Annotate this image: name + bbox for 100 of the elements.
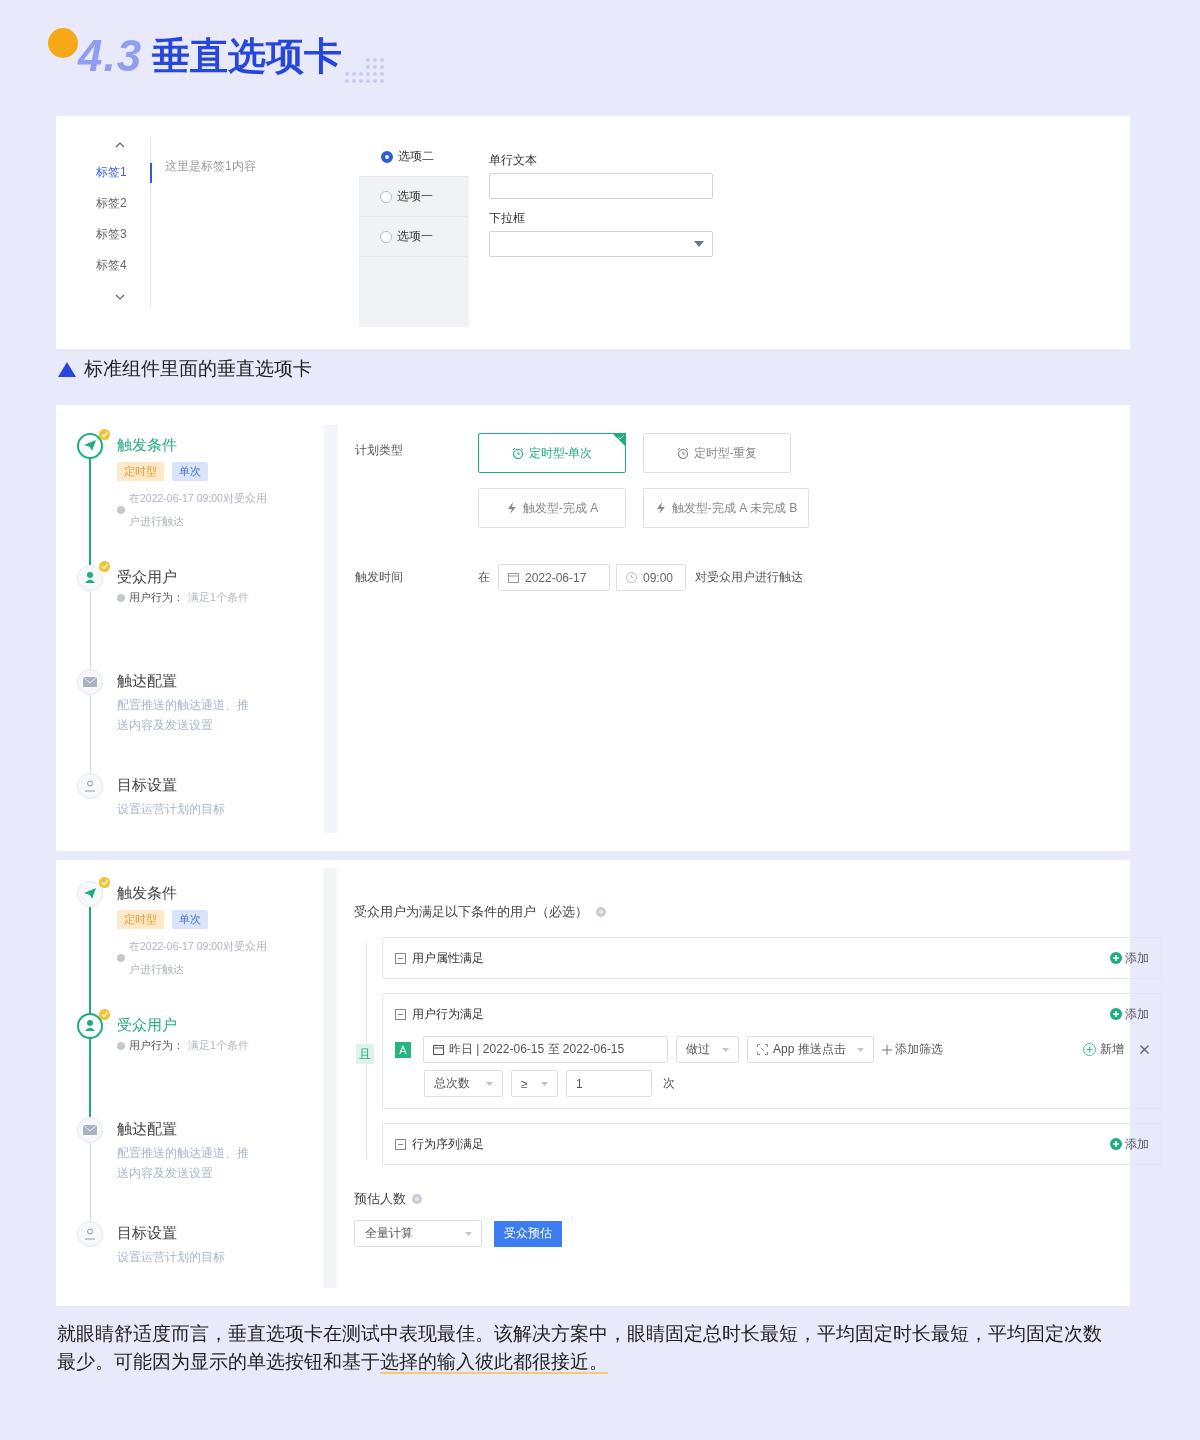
calendar-icon: [508, 572, 519, 583]
plan-type-option[interactable]: 定时型-重复: [643, 433, 791, 473]
status-dot-icon: [117, 594, 125, 602]
detail-value: 满足1个条件: [188, 1039, 249, 1053]
corner-check-icon: [612, 433, 626, 447]
caret-down-icon: [465, 1231, 472, 1236]
plus-circle-icon: [1110, 1008, 1122, 1020]
calendar-icon: [433, 1044, 444, 1055]
radio-option[interactable]: 选项二: [359, 137, 469, 177]
group-title: 用户行为满足: [412, 1005, 485, 1023]
step-title[interactable]: 目标设置: [117, 775, 257, 795]
detail-label: 用户行为：: [129, 591, 184, 605]
add-link[interactable]: 添加: [1110, 949, 1149, 967]
plan-type-option[interactable]: 触发型-完成 A 未完成 B: [643, 488, 809, 528]
alarm-clock-icon: [511, 447, 524, 459]
step-detail: 在2022-06-17 09:00对受众用户进行触达: [129, 939, 267, 977]
field-label: 单行文本: [489, 152, 538, 169]
add-filter-link[interactable]: 添加筛选: [882, 1041, 943, 1058]
step-title[interactable]: 触达配置: [117, 1119, 257, 1139]
unit-text: 次: [663, 1075, 675, 1092]
step-description: 设置运营计划的目标: [117, 1249, 226, 1266]
step-title[interactable]: 触达配置: [117, 671, 257, 691]
step-description: 设置运营计划的目标: [117, 801, 226, 818]
plus-circle-icon: [1110, 1138, 1122, 1150]
number-input-field[interactable]: 1: [566, 1070, 652, 1097]
person-icon: [83, 571, 97, 585]
paper-plane-icon: [83, 439, 97, 453]
person-icon: [83, 1227, 97, 1241]
step-description: 配置推送的触达通道、推送内容及发送设置: [117, 697, 250, 734]
add-link[interactable]: 添加: [1110, 1005, 1149, 1023]
close-icon[interactable]: [1140, 1045, 1149, 1054]
tag: 单次: [172, 462, 208, 481]
collapse-icon[interactable]: [395, 1008, 406, 1020]
step-marker[interactable]: [77, 1013, 103, 1039]
caret-down-icon: [694, 241, 704, 247]
dot-pattern: [344, 57, 387, 84]
tag: 定时型: [117, 462, 164, 481]
detail-label: 用户行为：: [129, 1039, 184, 1053]
step-title[interactable]: 触发条件: [117, 883, 267, 903]
tab-content-text: 这里是标签1内容: [165, 158, 257, 175]
suffix-text: 对受众用户进行触达: [695, 569, 803, 586]
envelope-icon: [83, 675, 97, 689]
chevron-up-icon[interactable]: [114, 141, 126, 149]
metric-select[interactable]: 总次数: [424, 1070, 503, 1097]
new-link[interactable]: 新增: [1083, 1041, 1124, 1058]
tab[interactable]: 标签1: [90, 157, 150, 188]
date-range-field[interactable]: 昨日 | 2022-06-15 至 2022-06-15: [423, 1036, 668, 1063]
detail-value: 满足1个条件: [188, 591, 249, 605]
estimate-button[interactable]: 受众预估: [494, 1220, 562, 1247]
field-label: 触发时间: [355, 569, 404, 586]
plus-circle-icon: [1083, 1043, 1096, 1056]
triangle-icon: [58, 361, 76, 377]
lightning-icon: [505, 502, 518, 514]
caret-down-icon: [541, 1081, 548, 1086]
add-link[interactable]: 添加: [1110, 1135, 1149, 1153]
chevron-down-icon[interactable]: [114, 293, 126, 301]
lightning-icon: [654, 502, 667, 514]
group-title: 用户属性满足: [412, 949, 485, 967]
section-title: 垂直选项卡: [152, 34, 343, 79]
dropdown-field[interactable]: [489, 231, 713, 257]
section-number: 4.3: [78, 30, 143, 82]
date-field[interactable]: 2022-06-17: [498, 564, 610, 591]
circle-decoration: [48, 28, 78, 58]
status-dot-icon: [117, 1042, 125, 1050]
caret-down-icon: [857, 1047, 864, 1052]
field-label: 计划类型: [355, 442, 404, 459]
tab[interactable]: 标签3: [90, 219, 150, 250]
help-icon: [596, 907, 606, 917]
tab[interactable]: 标签4: [90, 250, 150, 281]
scan-icon: [757, 1044, 768, 1055]
body-paragraph: 就眼睛舒适度而言，垂直选项卡在测试中表现最佳。该解决方案中，眼睛固定总时长最短，平均固定时长最短，平均固定次数最少。可能因为显示的单选按钮和基于选择的输入彼此都很接近。: [57, 1322, 1103, 1376]
time-field[interactable]: 09:00: [616, 564, 686, 591]
person-icon: [83, 1019, 97, 1033]
collapse-icon[interactable]: [395, 952, 406, 964]
envelope-icon: [83, 1123, 97, 1137]
caret-down-icon: [486, 1081, 493, 1086]
action-select[interactable]: 做过: [676, 1036, 739, 1063]
text-input-field[interactable]: [489, 173, 713, 199]
step-description: 配置推送的触达通道、推送内容及发送设置: [117, 1145, 250, 1182]
step-title[interactable]: 目标设置: [117, 1223, 257, 1243]
step-title[interactable]: 受众用户: [117, 567, 249, 587]
step-marker[interactable]: [77, 433, 103, 459]
tab[interactable]: 标签2: [90, 188, 150, 219]
person-icon: [83, 779, 97, 793]
field-label: 预估人数: [354, 1190, 406, 1208]
rule-letter: A: [395, 1041, 411, 1058]
step-detail: 在2022-06-17 09:00对受众用户进行触达: [129, 491, 267, 529]
group-title: 行为序列满足: [412, 1135, 485, 1153]
mode-select[interactable]: 全量计算: [354, 1220, 482, 1247]
alarm-clock-icon: [676, 447, 689, 459]
operator-select[interactable]: ≥: [511, 1070, 558, 1097]
field-label: 下拉框: [489, 210, 526, 227]
caption-text: 标准组件里面的垂直选项卡: [84, 357, 312, 381]
paper-plane-icon: [83, 887, 97, 901]
event-select[interactable]: App 推送点击: [747, 1036, 874, 1063]
plan-type-option[interactable]: 触发型-完成 A: [478, 488, 626, 528]
collapse-icon[interactable]: [395, 1138, 406, 1150]
prefix-text: 在: [478, 569, 490, 586]
help-icon: [412, 1194, 422, 1204]
plus-icon: [882, 1044, 892, 1055]
